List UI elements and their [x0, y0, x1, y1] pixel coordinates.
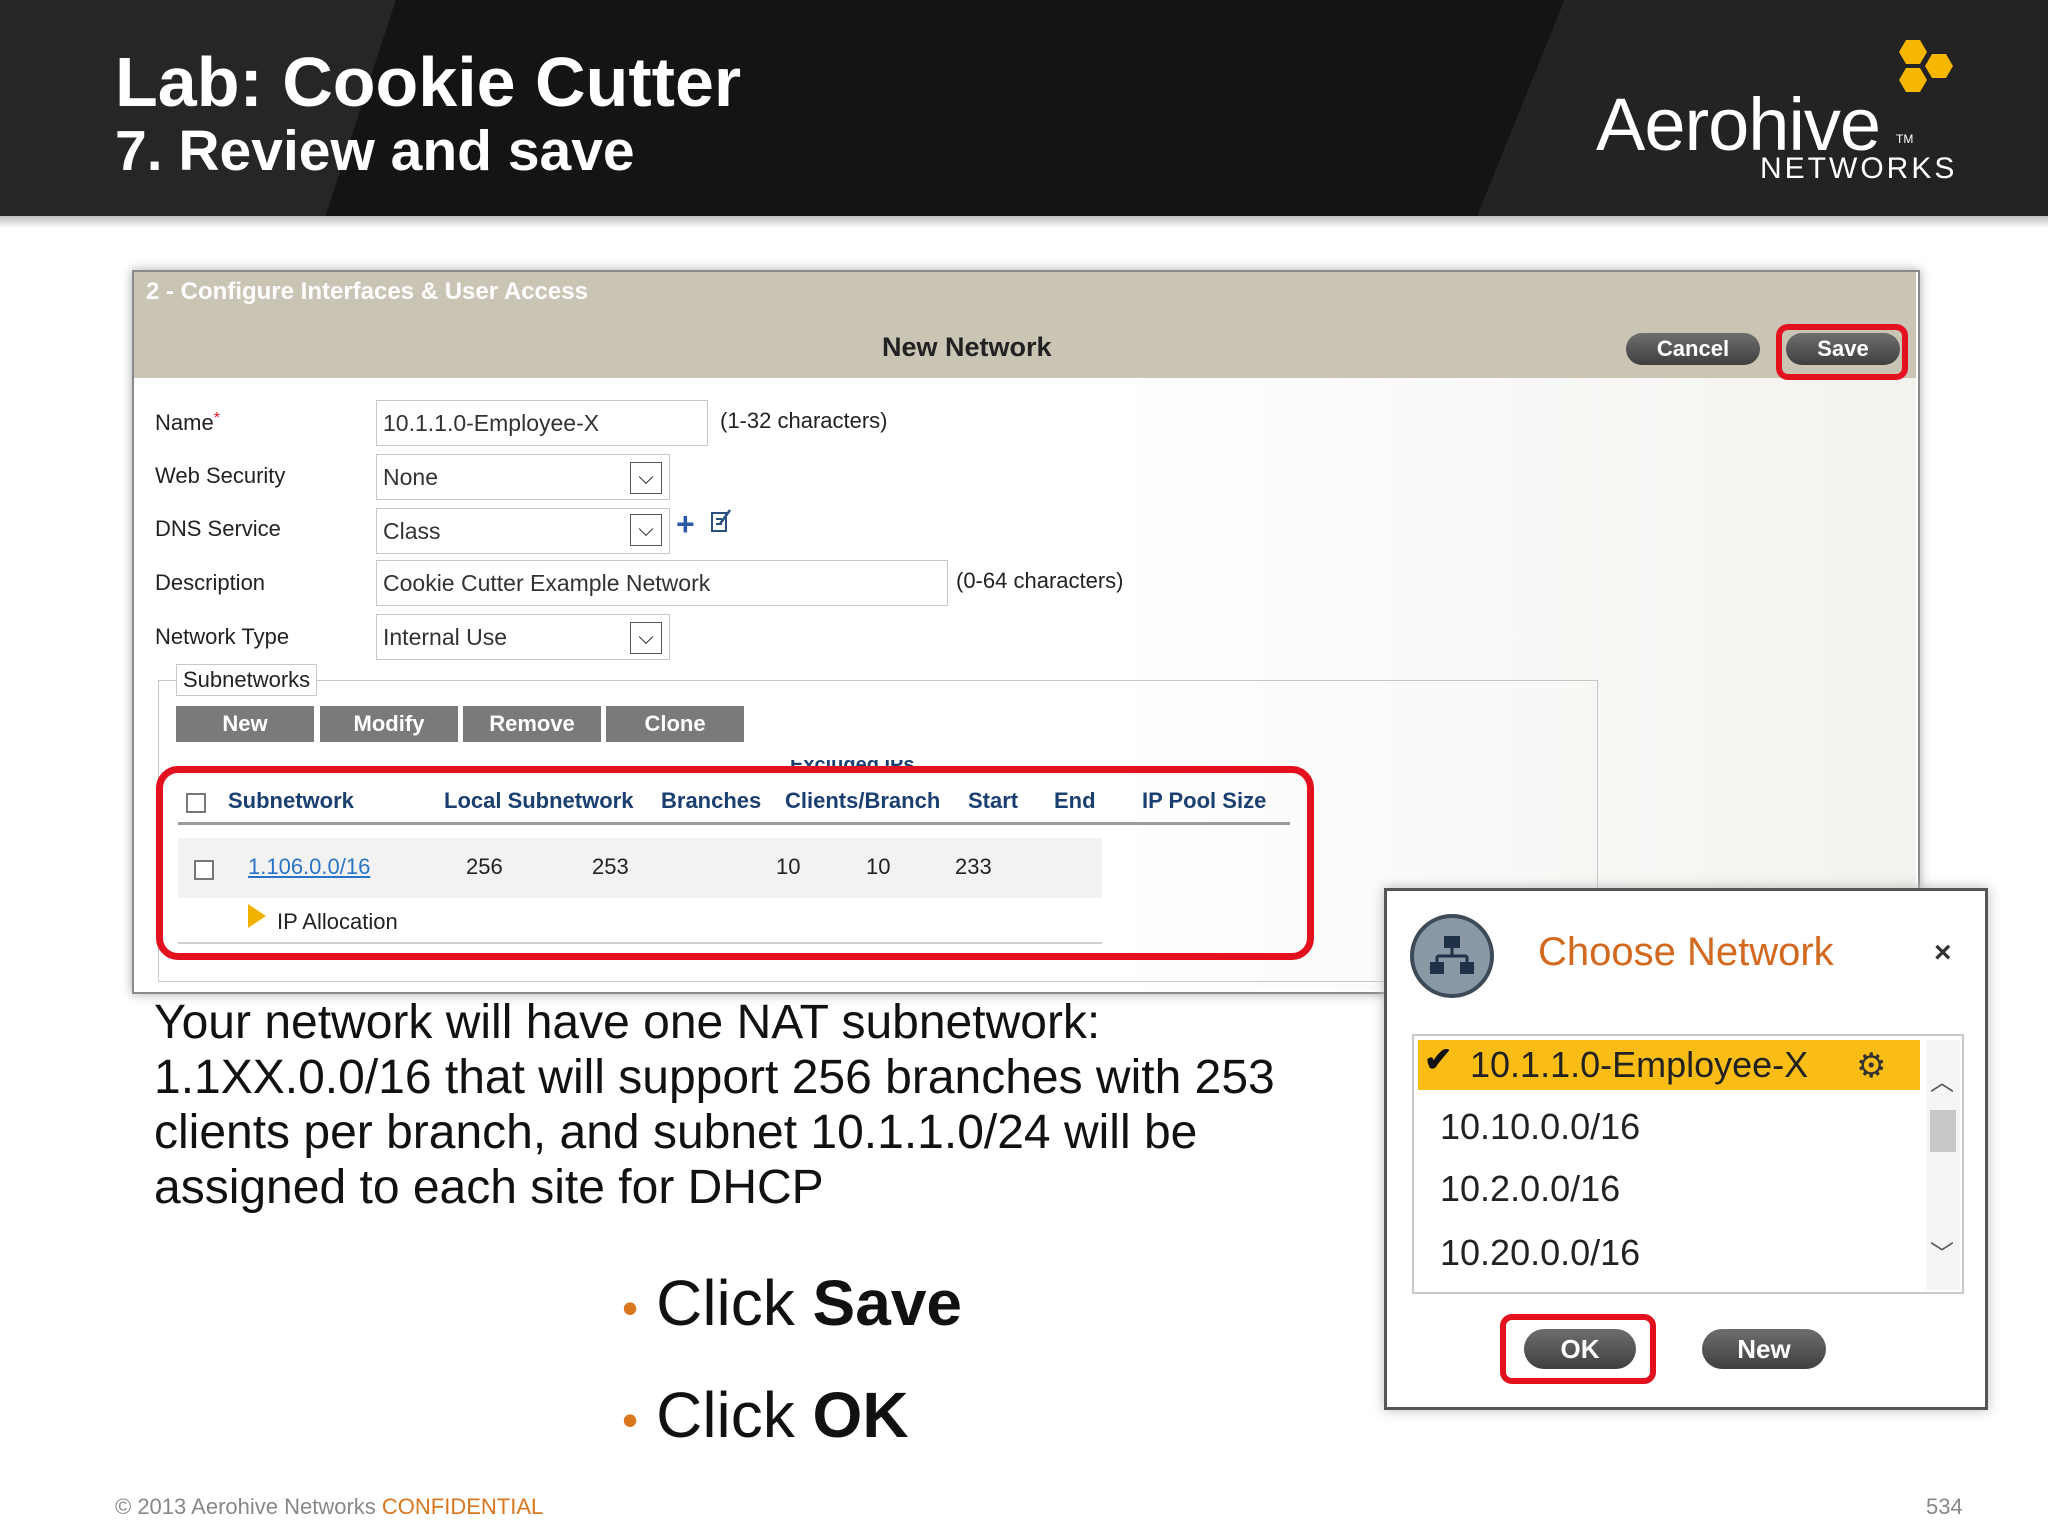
description-hint: (0-64 characters)	[956, 568, 1124, 593]
explanation-paragraph: Your network will have one NAT subnetwor…	[154, 996, 1275, 1214]
step-title: 2 - Configure Interfaces & User Access	[146, 278, 588, 305]
scrollbar-thumb[interactable]	[1930, 1110, 1956, 1152]
network-icon	[1410, 914, 1494, 998]
name-label: Name*	[155, 410, 220, 435]
new-network-button[interactable]: New	[1702, 1329, 1826, 1369]
bullet-click-ok: • Click OK	[622, 1379, 909, 1451]
subnet-remove-button[interactable]: Remove	[463, 706, 601, 742]
header-shadow	[0, 216, 2048, 228]
description-label: Description	[155, 570, 266, 595]
close-icon[interactable]: ×	[1934, 936, 1952, 970]
logo-subtitle: NETWORKS	[1760, 152, 1958, 185]
chevron-down-icon[interactable]: ﹀	[1930, 1234, 1954, 1269]
subnet-new-button[interactable]: New	[176, 706, 314, 742]
save-highlight-box	[1776, 324, 1908, 380]
web-security-label: Web Security	[155, 463, 286, 488]
chevron-down-icon[interactable]: ⌵	[630, 514, 662, 546]
page-number: 534	[1926, 1494, 1963, 1519]
gear-icon[interactable]: ⚙	[1856, 1046, 1886, 1086]
subnet-modify-button[interactable]: Modify	[320, 706, 458, 742]
subnet-clone-button[interactable]: Clone	[606, 706, 744, 742]
edit-icon[interactable]	[710, 508, 732, 534]
web-security-select[interactable]: None	[376, 454, 670, 500]
add-icon[interactable]: +	[676, 506, 695, 543]
slide-subtitle: 7. Review and save	[115, 119, 635, 183]
dns-service-select[interactable]: Class	[376, 508, 670, 554]
list-item[interactable]: 10.2.0.0/16	[1440, 1168, 1620, 1210]
bullet-click-save: • Click Save	[622, 1267, 963, 1339]
list-item[interactable]: 10.20.0.0/16	[1440, 1232, 1640, 1274]
footer-copyright: © 2013 Aerohive Networks CONFIDENTIAL	[115, 1494, 544, 1519]
name-field[interactable]: 10.1.1.0-Employee-X	[376, 400, 708, 446]
ok-highlight-box	[1500, 1314, 1656, 1384]
slide-title: Lab: Cookie Cutter	[115, 43, 742, 121]
aerohive-logo-icon	[1899, 40, 1953, 92]
cancel-button[interactable]: Cancel	[1626, 333, 1760, 365]
chevron-down-icon[interactable]: ⌵	[630, 622, 662, 654]
chevron-up-icon[interactable]: ︿	[1930, 1062, 1954, 1097]
table-highlight-box	[156, 766, 1314, 960]
panel-title: New Network	[882, 332, 1052, 362]
checkmark-icon: ✔	[1424, 1041, 1453, 1079]
name-hint: (1-32 characters)	[720, 408, 888, 433]
dns-service-label: DNS Service	[155, 516, 281, 541]
list-item[interactable]: 10.10.0.0/16	[1440, 1106, 1640, 1148]
list-item[interactable]: 10.1.1.0-Employee-X	[1470, 1044, 1808, 1086]
network-type-label: Network Type	[155, 624, 290, 649]
network-type-select[interactable]: Internal Use	[376, 614, 670, 660]
logo-trademark: TM	[1896, 132, 1914, 146]
choose-network-title: Choose Network	[1538, 930, 1834, 974]
description-field[interactable]: Cookie Cutter Example Network	[376, 560, 948, 606]
chevron-down-icon[interactable]: ⌵	[630, 462, 662, 494]
subnetworks-legend: Subnetworks	[176, 664, 318, 696]
